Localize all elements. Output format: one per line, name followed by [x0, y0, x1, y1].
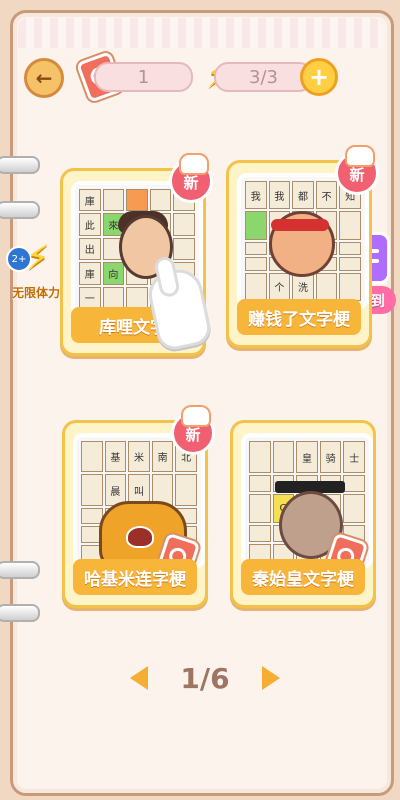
grid-cell — [343, 475, 365, 493]
pagination: 1/6 — [130, 662, 280, 702]
ticket-counter: 1 — [94, 62, 193, 92]
new-badge-label: 新 — [349, 166, 365, 184]
energy-count: 3/3 — [249, 66, 278, 88]
back-arrow-icon: ← — [35, 66, 53, 90]
grid-cell: 皇 — [296, 441, 318, 474]
previous-page-icon[interactable] — [130, 666, 148, 690]
grid-cell: 不 — [315, 181, 338, 210]
binder-ring — [0, 156, 40, 174]
grid-cell: 基 — [104, 441, 127, 473]
binder-ring — [0, 201, 40, 219]
grid-cell: 庫 — [79, 189, 101, 212]
grid-cell: 南 — [151, 441, 174, 473]
grid-cell — [126, 286, 148, 309]
grid-cell: 米 — [128, 441, 150, 473]
grid-cell: 庫 — [79, 262, 101, 285]
grid-cell: 一 — [79, 286, 101, 309]
plus-icon: + — [308, 63, 330, 91]
binder-ring — [0, 561, 40, 579]
grid-cell — [81, 474, 103, 506]
decorative-top-strip — [18, 18, 382, 48]
grid-cell: 都 — [292, 181, 314, 210]
binder-ring — [0, 604, 40, 622]
grid-cell — [339, 241, 361, 256]
page-indicator: 1/6 — [180, 662, 230, 695]
top-bar: ← 1 ⚡ 3/3 + — [0, 51, 400, 103]
grid-cell — [249, 524, 271, 542]
grid-cell — [339, 211, 361, 240]
grid-cell — [245, 241, 267, 256]
add-energy-button[interactable]: + — [300, 58, 338, 96]
grid-cell: 士 — [343, 441, 365, 474]
grid-cell: 我 — [245, 181, 267, 210]
grid-cell: 个 — [268, 272, 291, 301]
back-button[interactable]: ← — [24, 58, 64, 98]
new-badge: 新 — [171, 405, 215, 455]
grid-cell — [173, 237, 195, 261]
grid-cell — [249, 441, 271, 474]
grid-cell — [339, 257, 361, 271]
new-badge: 新 — [335, 145, 379, 195]
promo-energy-icon: ⚡ — [26, 238, 50, 278]
grid-cell — [249, 494, 271, 523]
level-card[interactable]: 我 我 都 不 知 有 个 洗 新 — [226, 145, 379, 348]
grid-cell: 我 — [268, 181, 291, 210]
grid-cell: 向 — [102, 262, 125, 285]
grid-cell — [245, 211, 267, 240]
grid-cell — [315, 272, 338, 301]
level-card[interactable]: 皇 骑 士 G 秦始皇文字梗 — [230, 420, 376, 608]
grid-cell — [175, 474, 197, 506]
grid-cell — [149, 189, 172, 212]
grid-cell — [126, 189, 148, 212]
promo-label: 无限体力 — [12, 286, 61, 300]
new-badge: 新 — [169, 153, 213, 203]
card-title: 哈基米连字梗 — [73, 559, 197, 595]
grid-cell — [343, 494, 365, 523]
grid-cell — [173, 213, 195, 236]
cat-mouth — [126, 526, 154, 548]
grid-cell — [245, 257, 267, 271]
ticket-count: 1 — [137, 66, 150, 88]
grid-cell — [245, 272, 267, 301]
headband — [271, 219, 329, 231]
level-card[interactable]: 基 米 南 北 晨 叫 新 哈基米连字梗 — [62, 405, 215, 608]
grid-cell — [81, 441, 103, 473]
card-title: 秦始皇文字梗 — [241, 559, 365, 595]
grid-cell — [249, 475, 271, 493]
energy-counter: 3/3 — [214, 62, 313, 92]
grid-cell: 出 — [79, 237, 101, 261]
new-badge-label: 新 — [185, 426, 201, 444]
grid-cell — [272, 441, 295, 474]
grid-cell — [339, 272, 361, 301]
grid-cell: 此 — [79, 213, 101, 236]
card-title: 赚钱了文字梗 — [237, 299, 361, 335]
grid-cell — [102, 286, 125, 309]
next-page-icon[interactable] — [262, 666, 280, 690]
grid-cell: 骑 — [319, 441, 342, 474]
new-badge-label: 新 — [183, 174, 199, 192]
grid-cell — [102, 189, 125, 212]
